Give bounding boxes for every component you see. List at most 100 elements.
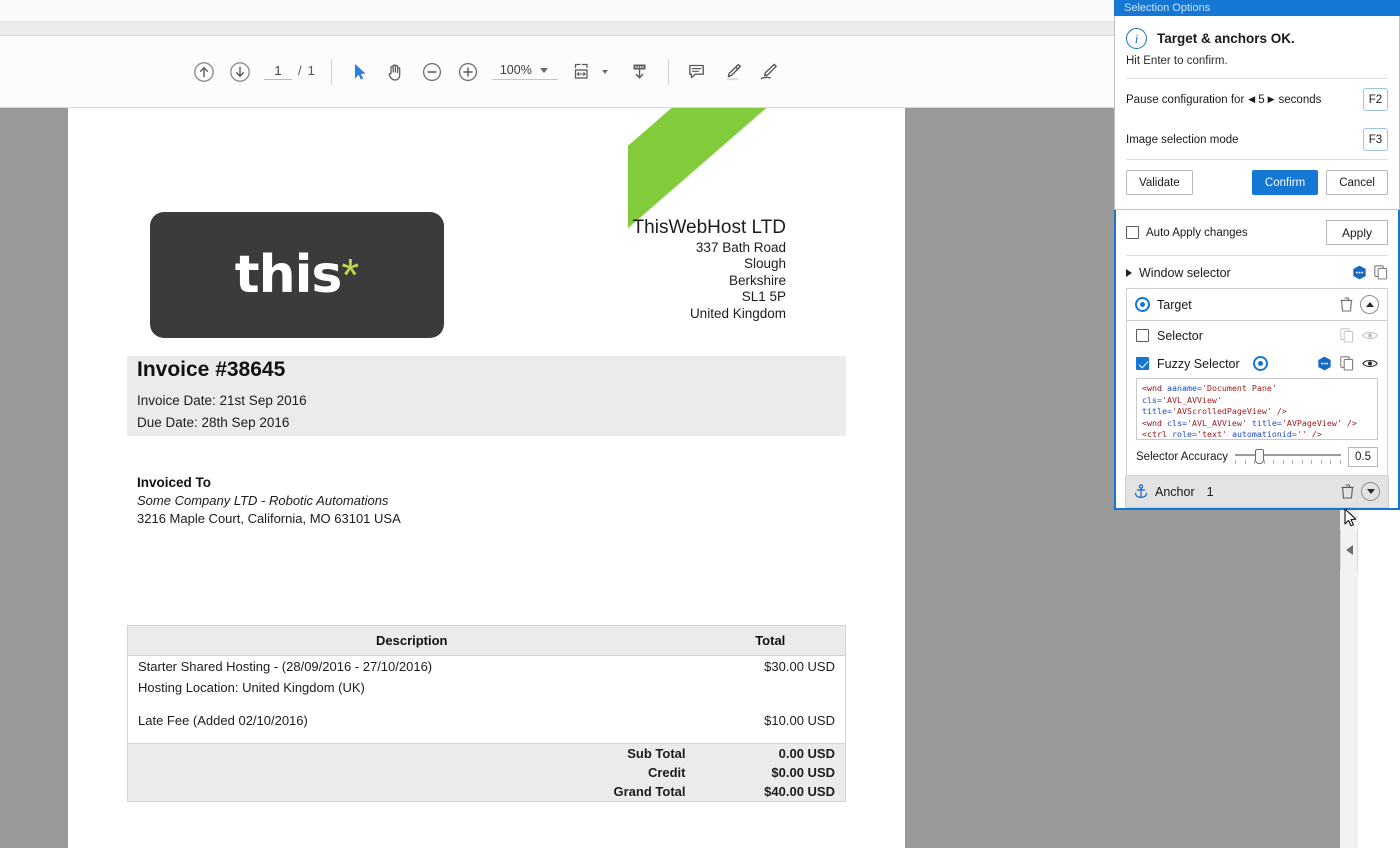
auto-apply-checkbox[interactable] xyxy=(1126,226,1139,239)
item-description: Hosting Location: United Kingdom (UK) xyxy=(127,677,696,698)
expand-anchor-button[interactable] xyxy=(1361,482,1380,501)
chevron-left-icon xyxy=(1345,545,1353,555)
pan-tool-button[interactable] xyxy=(378,54,414,90)
credit-value: $0.00 USD xyxy=(695,762,846,782)
xml-tag: <wnd xyxy=(1142,417,1162,428)
confirm-button[interactable]: Confirm xyxy=(1251,170,1319,195)
fit-options-chevron-down-icon[interactable] xyxy=(601,69,608,74)
column-header-total: Total xyxy=(695,625,846,656)
panel-title-text: Selection Options xyxy=(1124,2,1211,14)
collapse-panel-button[interactable] xyxy=(1340,530,1358,570)
app-root: / 1 100% xyxy=(0,0,1400,848)
panel-action-buttons: Validate Confirm Cancel xyxy=(1126,160,1388,203)
selector-xml-editor[interactable]: <wnd aaname='Document Pane' cls='AVL_AVV… xyxy=(1136,378,1378,440)
pause-seconds-value: 5 xyxy=(1258,93,1265,106)
invoice-date: Invoice Date: 21st Sep 2016 xyxy=(137,393,307,408)
auto-apply-label: Auto Apply changes xyxy=(1146,226,1248,239)
selector-checkbox[interactable] xyxy=(1136,329,1149,342)
chevron-right-icon[interactable] xyxy=(1126,268,1132,277)
comment-button[interactable] xyxy=(679,54,715,90)
subtotal-label: Sub Total xyxy=(127,742,696,763)
trash-icon[interactable] xyxy=(1340,297,1353,312)
info-icon: i xyxy=(1126,28,1147,49)
grand-total-label: Grand Total xyxy=(127,781,696,801)
zoom-level-value: 100% xyxy=(499,63,532,77)
sign-button[interactable] xyxy=(751,54,787,90)
fuzzy-selector-row[interactable]: Fuzzy Selector xyxy=(1127,349,1387,377)
anchor-icon xyxy=(1134,484,1148,499)
table-spacer-row xyxy=(127,698,846,710)
invoice-due-date: Due Date: 28th Sep 2016 xyxy=(137,415,290,430)
collapse-target-button[interactable] xyxy=(1360,295,1379,314)
validate-button[interactable]: Validate xyxy=(1126,170,1193,195)
item-description: Starter Shared Hosting - (28/09/2016 - 2… xyxy=(127,655,696,677)
target-ring-icon xyxy=(1135,297,1150,312)
eye-icon[interactable] xyxy=(1362,358,1378,369)
table-row: Starter Shared Hosting - (28/09/2016 - 2… xyxy=(127,655,846,677)
apply-button[interactable]: Apply xyxy=(1326,220,1388,245)
xml-line: cls='AVL_AVView' xyxy=(1142,395,1372,407)
xml-line: <wnd aaname='Document Pane' xyxy=(1142,383,1372,395)
status-text: Target & anchors OK. xyxy=(1157,31,1295,46)
eye-icon[interactable] xyxy=(1362,330,1378,341)
pause-shortcut-key[interactable]: F2 xyxy=(1363,88,1388,111)
previous-page-button[interactable] xyxy=(186,54,222,90)
target-ring-icon xyxy=(1252,356,1268,371)
xml-line: title='AVScrolledPageView' /> xyxy=(1142,406,1372,418)
zoom-out-button[interactable] xyxy=(414,54,450,90)
target-header-row[interactable]: Target xyxy=(1127,289,1387,321)
stepper-increment-icon[interactable]: ▶ xyxy=(1268,94,1275,105)
cancel-button[interactable]: Cancel xyxy=(1326,170,1388,195)
trash-icon[interactable] xyxy=(1341,484,1354,499)
invoiced-to-company: Some Company LTD - Robotic Automations xyxy=(137,493,389,508)
next-page-button[interactable] xyxy=(222,54,258,90)
page-total-count: 1 xyxy=(307,63,315,78)
anchor-row[interactable]: Anchor 1 xyxy=(1125,476,1389,508)
summary-row-credit: Credit $0.00 USD xyxy=(127,762,846,782)
company-address-line: United Kingdom xyxy=(689,305,786,321)
selector-accuracy-value[interactable]: 0.5 xyxy=(1348,447,1378,467)
highlight-button[interactable] xyxy=(715,54,751,90)
xml-tag: <wnd xyxy=(1142,383,1162,393)
xml-attr: role= xyxy=(1166,429,1197,440)
selector-accuracy-label: Selector Accuracy xyxy=(1136,451,1229,463)
fuzzy-selector-checkbox[interactable] xyxy=(1136,357,1149,370)
zoom-in-button[interactable] xyxy=(450,54,486,90)
pause-seconds-stepper[interactable]: ◀ 5 ▶ xyxy=(1248,94,1274,106)
hex-menu-icon[interactable] xyxy=(1317,356,1332,371)
pause-configuration-label: Pause configuration for ◀ 5 ▶ seconds xyxy=(1126,94,1321,106)
selector-configuration-panel: Auto Apply changes Apply Window selector xyxy=(1114,210,1400,510)
xml-attr2: title= xyxy=(1246,417,1282,428)
table-row: Hosting Location: United Kingdom (UK) xyxy=(127,677,846,698)
selector-row[interactable]: Selector xyxy=(1127,321,1387,349)
xml-tag: <ctrl xyxy=(1142,429,1167,440)
anchor-count: 1 xyxy=(1206,484,1214,499)
select-tool-button[interactable] xyxy=(342,54,378,90)
selector-accuracy-slider[interactable] xyxy=(1235,449,1341,465)
invoiced-to-heading: Invoiced To xyxy=(137,475,212,490)
xml-attr: aaname= xyxy=(1161,383,1202,393)
page-title: Invoice #38645 xyxy=(137,358,286,381)
page-separator: / xyxy=(298,63,302,78)
fit-width-button[interactable] xyxy=(564,54,600,90)
panel-body: i Target & anchors OK. Hit Enter to conf… xyxy=(1114,16,1400,210)
target-label: Target xyxy=(1157,297,1192,312)
hex-menu-icon[interactable] xyxy=(1352,265,1367,280)
table-spacer-row xyxy=(127,731,846,743)
stepper-decrement-icon[interactable]: ◀ xyxy=(1248,94,1255,105)
mouse-cursor xyxy=(1344,508,1360,535)
auto-apply-checkbox-row[interactable]: Auto Apply changes xyxy=(1126,226,1248,239)
xml-attr: cls= xyxy=(1142,394,1162,405)
xml-attr: title= xyxy=(1142,406,1172,417)
toolbar-divider-2 xyxy=(667,58,669,85)
window-selector-row[interactable]: Window selector xyxy=(1126,256,1388,288)
copy-icon[interactable] xyxy=(1340,328,1354,343)
pause-configuration-row: Pause configuration for ◀ 5 ▶ seconds F2 xyxy=(1126,79,1388,119)
scroll-mode-button[interactable] xyxy=(622,54,658,90)
zoom-level-dropdown[interactable]: 100% xyxy=(491,63,558,80)
page-number-input[interactable] xyxy=(264,63,292,80)
xml-close: /> xyxy=(1341,417,1357,428)
copy-icon[interactable] xyxy=(1374,265,1388,280)
image-mode-shortcut-key[interactable]: F3 xyxy=(1363,128,1388,151)
copy-icon[interactable] xyxy=(1340,356,1354,371)
